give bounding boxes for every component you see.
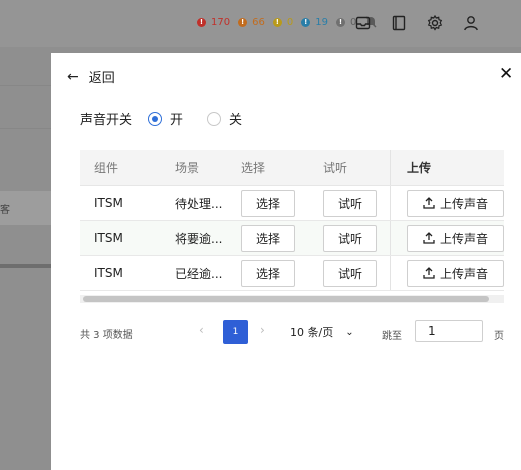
header-listen: 试听: [323, 161, 348, 175]
sound-switch-group: 声音开关 开 关: [80, 109, 242, 128]
listen-button[interactable]: 试听: [323, 224, 377, 252]
info-count: 19: [315, 16, 328, 28]
back-button[interactable]: ← 返回: [67, 67, 115, 87]
app-top-bar: ! 170 ! 66 ! 0 ! 19 ! 0: [0, 0, 521, 47]
upload-sound-button[interactable]: 上传声音: [407, 224, 504, 252]
upload-sound-button[interactable]: 上传声音: [407, 189, 504, 217]
cell-component: ITSM: [94, 231, 123, 245]
background-scrollbar: [0, 264, 51, 268]
warning-icon: !: [238, 17, 248, 27]
upload-sound-label: 上传声音: [439, 266, 488, 281]
goto-suffix: 页: [494, 331, 504, 342]
header-component: 组件: [94, 161, 119, 175]
table-horizontal-scrollbar[interactable]: [80, 295, 504, 303]
info-icon: !: [301, 17, 311, 27]
status-minor[interactable]: ! 0: [272, 16, 294, 28]
upload-icon: [423, 197, 435, 209]
select-sound-button[interactable]: 选择: [241, 189, 295, 217]
background-menu-label: 客: [0, 204, 10, 216]
minor-warning-icon: !: [272, 17, 282, 27]
listen-button[interactable]: 试听: [323, 259, 377, 287]
gear-icon[interactable]: [417, 11, 453, 35]
minor-count: 0: [286, 16, 294, 28]
table-row: ITSM 待处理... 选择 试听 上传声音: [80, 186, 504, 221]
current-page-button[interactable]: 1: [223, 320, 248, 344]
error-icon: !: [197, 17, 206, 27]
header-scene: 场景: [175, 161, 200, 175]
error-count: 170: [211, 16, 231, 28]
radio-unchecked-icon: [207, 111, 222, 126]
upload-icon: [423, 267, 435, 279]
chevron-down-icon: ⌄: [345, 326, 354, 338]
pagination: 共 3 项数据 ‹ 1 › 10 条/页 ⌄ 跳至 1 页: [80, 319, 510, 345]
status-info[interactable]: ! 19: [301, 17, 328, 28]
sound-settings-drawer: ← 返回 ✕ 声音开关 开 关 组件 场景 选择 试听 上传 ITSM 待处理.…: [51, 53, 521, 470]
sound-table: 组件 场景 选择 试听 上传 ITSM 待处理... 选择 试听 上传声音 IT…: [80, 150, 504, 305]
select-sound-button[interactable]: 选择: [241, 259, 295, 287]
header-upload: 上传: [390, 150, 504, 185]
book-icon[interactable]: [381, 11, 417, 35]
arrow-left-icon: ←: [67, 68, 79, 85]
cell-component: ITSM: [94, 266, 123, 280]
status-error[interactable]: ! 170: [197, 17, 230, 28]
upload-sound-button[interactable]: 上传声音: [407, 259, 504, 287]
radio-checked-icon: [148, 111, 163, 126]
inbox-icon[interactable]: [345, 11, 381, 35]
table-header: 组件 场景 选择 试听 上传: [80, 150, 504, 186]
goto-page-input[interactable]: 1: [415, 320, 483, 342]
page-size-select[interactable]: 10 条/页 ⌄: [290, 324, 354, 340]
sound-on-label: 开: [170, 113, 184, 128]
listen-button[interactable]: 试听: [323, 189, 377, 217]
cell-scene: 待处理...: [175, 196, 223, 211]
table-row: ITSM 已经逾... 选择 试听 上传声音: [80, 256, 504, 291]
status-warning[interactable]: ! 66: [238, 17, 265, 28]
unknown-icon: !: [335, 17, 345, 27]
total-count: 共 3 项数据: [80, 330, 133, 341]
select-sound-button[interactable]: 选择: [241, 224, 295, 252]
upload-sound-label: 上传声音: [439, 196, 488, 211]
upload-icon: [423, 232, 435, 244]
cell-scene: 已经逾...: [175, 266, 223, 281]
table-row: ITSM 将要逾... 选择 试听 上传声音: [80, 221, 504, 256]
warning-count: 66: [252, 16, 265, 28]
user-icon[interactable]: [453, 11, 489, 35]
background-divider: [0, 128, 51, 129]
next-page-icon[interactable]: ›: [260, 323, 265, 337]
sound-switch-label: 声音开关: [80, 113, 133, 128]
cell-scene: 将要逾...: [175, 231, 223, 246]
background-divider: [0, 85, 51, 86]
cell-component: ITSM: [94, 196, 123, 210]
upload-sound-label: 上传声音: [439, 231, 488, 246]
back-label: 返回: [88, 71, 115, 86]
close-icon[interactable]: ✕: [499, 64, 513, 84]
scrollbar-thumb[interactable]: [83, 296, 489, 302]
background-menu-item: 客: [0, 191, 51, 225]
goto-label: 跳至: [382, 331, 402, 342]
header-select: 选择: [241, 161, 266, 175]
sound-off-radio[interactable]: 关: [207, 109, 242, 128]
page-size-value: 10 条/页: [290, 326, 334, 339]
sound-on-radio[interactable]: 开: [148, 109, 183, 128]
prev-page-icon[interactable]: ‹: [199, 323, 204, 337]
sound-off-label: 关: [229, 113, 243, 128]
